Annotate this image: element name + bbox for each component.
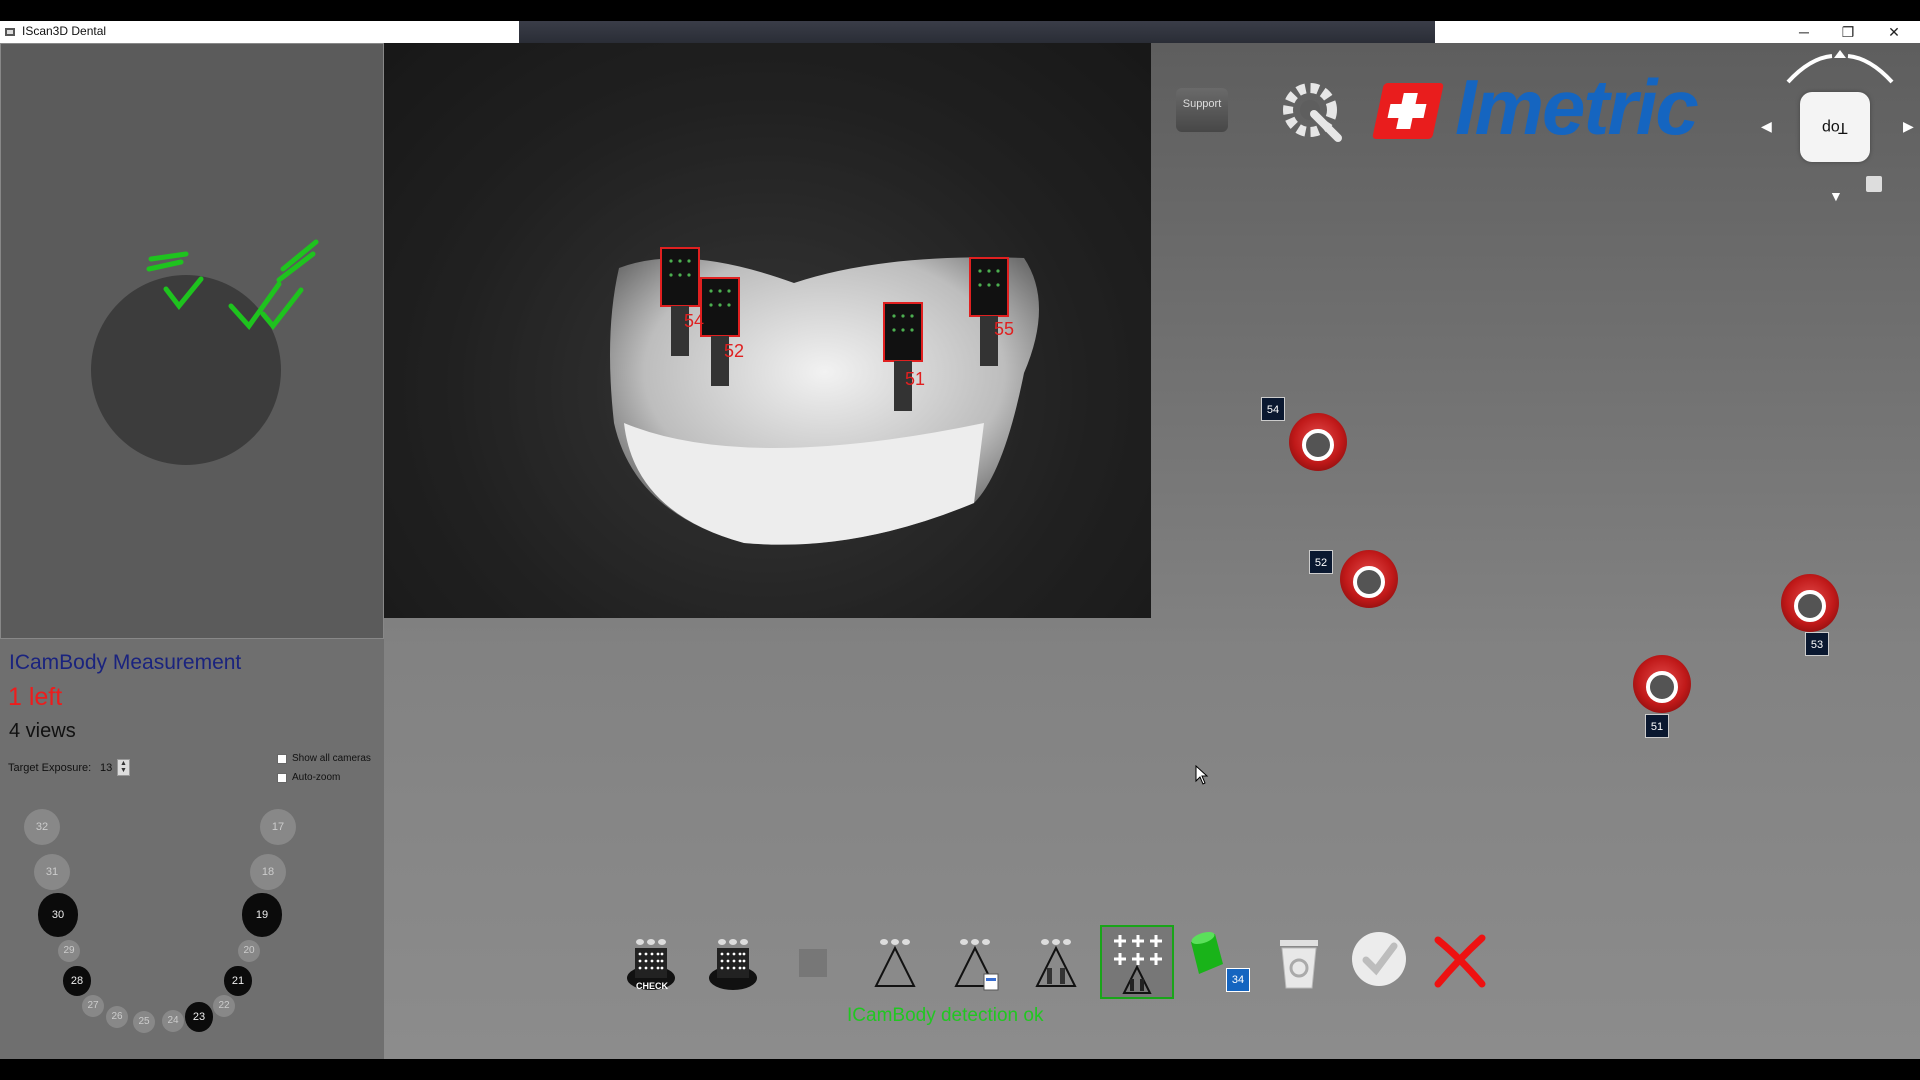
measurement-title: ICamBody Measurement	[9, 651, 242, 674]
confirm-check-icon[interactable]	[1350, 930, 1408, 988]
tooth-28[interactable]: 28	[63, 966, 91, 996]
scan-sphere-graphic	[91, 239, 319, 465]
tooth-23[interactable]: 23	[185, 1002, 213, 1032]
title-bar: IScan3D Dental ─ ❐ ✕	[0, 21, 1920, 43]
scan-overview-3d[interactable]	[0, 43, 384, 639]
triangle-measure-icon[interactable]	[866, 934, 924, 992]
tooth-27[interactable]: 27	[82, 995, 104, 1017]
marker-label-53: 53	[1805, 632, 1829, 656]
target-exposure-label: Target Exposure:	[8, 762, 92, 774]
target-exposure-value[interactable]: 13	[100, 762, 112, 774]
tooth-18[interactable]: 18	[250, 854, 286, 890]
home-view-cube-icon[interactable]	[1866, 176, 1882, 192]
view-right-arrow[interactable]: ▶	[1903, 118, 1914, 135]
marker-ring	[1646, 671, 1678, 703]
tooth-19[interactable]: 19	[242, 893, 282, 937]
show-all-cameras-checkbox[interactable]	[277, 754, 287, 764]
exposure-spinner[interactable]: ▲ ▼	[117, 759, 130, 776]
rotate-view-arcs[interactable]	[1780, 50, 1900, 90]
triangle-scanbody-icon[interactable]	[1027, 934, 1085, 992]
multi-target-icon	[1114, 935, 1162, 994]
recycle-bin-icon[interactable]	[1270, 934, 1328, 992]
support-label: Support	[1182, 98, 1222, 110]
camera-label-55: 55	[994, 319, 1015, 339]
bottom-black-bar	[0, 1059, 1920, 1080]
view-cube[interactable]: Top	[1800, 92, 1870, 162]
view-cube-face-label: Top	[1822, 119, 1848, 136]
tooth-29[interactable]: 29	[58, 940, 80, 962]
triangle-document-icon[interactable]	[946, 934, 1004, 992]
grid-target-icon[interactable]	[704, 934, 762, 992]
camera-label-51: 51	[905, 369, 926, 389]
auto-zoom-label: Auto-zoom	[292, 772, 341, 783]
logo-swiss-cross	[1372, 83, 1444, 139]
marker-ring	[1794, 590, 1826, 622]
remaining-count: 1 left	[8, 683, 63, 711]
logo-cross-h	[1387, 104, 1427, 118]
tooth-17[interactable]: 17	[260, 809, 296, 845]
view-down-arrow[interactable]: ▼	[1829, 188, 1843, 204]
tooth-20[interactable]: 20	[238, 940, 260, 962]
marker-ring	[1302, 429, 1334, 461]
dental-model-image	[384, 43, 1151, 618]
tooth-21[interactable]: 21	[224, 966, 252, 996]
window-title: IScan3D Dental	[22, 24, 107, 38]
marker-label-54: 54	[1261, 397, 1285, 421]
scan-body-marker-54[interactable]	[1289, 413, 1347, 471]
cancel-x-icon[interactable]	[1430, 932, 1488, 990]
camera-label-52: 52	[724, 341, 745, 361]
scan-body-marker-53[interactable]	[1781, 574, 1839, 632]
tooth-25[interactable]: 25	[133, 1011, 155, 1033]
settings-tools-icon[interactable]	[1280, 80, 1346, 142]
support-button[interactable]: Support	[1176, 88, 1228, 132]
tooth-22[interactable]: 22	[213, 995, 235, 1017]
scanbody-count-badge: 34	[1226, 968, 1250, 992]
camera-label-54: 54	[684, 311, 705, 331]
view-left-arrow[interactable]: ◀	[1761, 118, 1772, 135]
auto-zoom-checkbox[interactable]	[277, 773, 287, 783]
tooth-26[interactable]: 26	[106, 1006, 128, 1028]
check-label: CHECK	[636, 981, 669, 991]
views-count: 4 views	[9, 720, 76, 742]
minimize-button[interactable]: ─	[1784, 22, 1824, 42]
tooth-30[interactable]: 30	[38, 893, 78, 937]
marker-label-52: 52	[1309, 550, 1333, 574]
tooth-32[interactable]: 32	[24, 809, 60, 845]
detection-status-text: ICamBody detection ok	[847, 1005, 1044, 1026]
camera-feed[interactable]: 54 52 51 55	[384, 43, 1151, 618]
stop-icon[interactable]	[799, 949, 827, 977]
show-all-cameras-label: Show all cameras	[292, 753, 371, 764]
logo-text: Imetric	[1455, 63, 1699, 151]
app-icon	[5, 28, 15, 36]
multi-target-button[interactable]	[1100, 925, 1174, 999]
scan-body-marker-52[interactable]	[1340, 550, 1398, 608]
title-bar-dark-region	[519, 21, 1435, 43]
scan-body-marker-51[interactable]	[1633, 655, 1691, 713]
tooth-31[interactable]: 31	[34, 854, 70, 890]
close-button[interactable]: ✕	[1874, 22, 1914, 42]
tooth-24[interactable]: 24	[162, 1010, 184, 1032]
marker-label-51: 51	[1645, 714, 1669, 738]
marker-ring	[1353, 566, 1385, 598]
restore-button[interactable]: ❐	[1828, 22, 1868, 42]
mouse-cursor	[1195, 765, 1209, 785]
